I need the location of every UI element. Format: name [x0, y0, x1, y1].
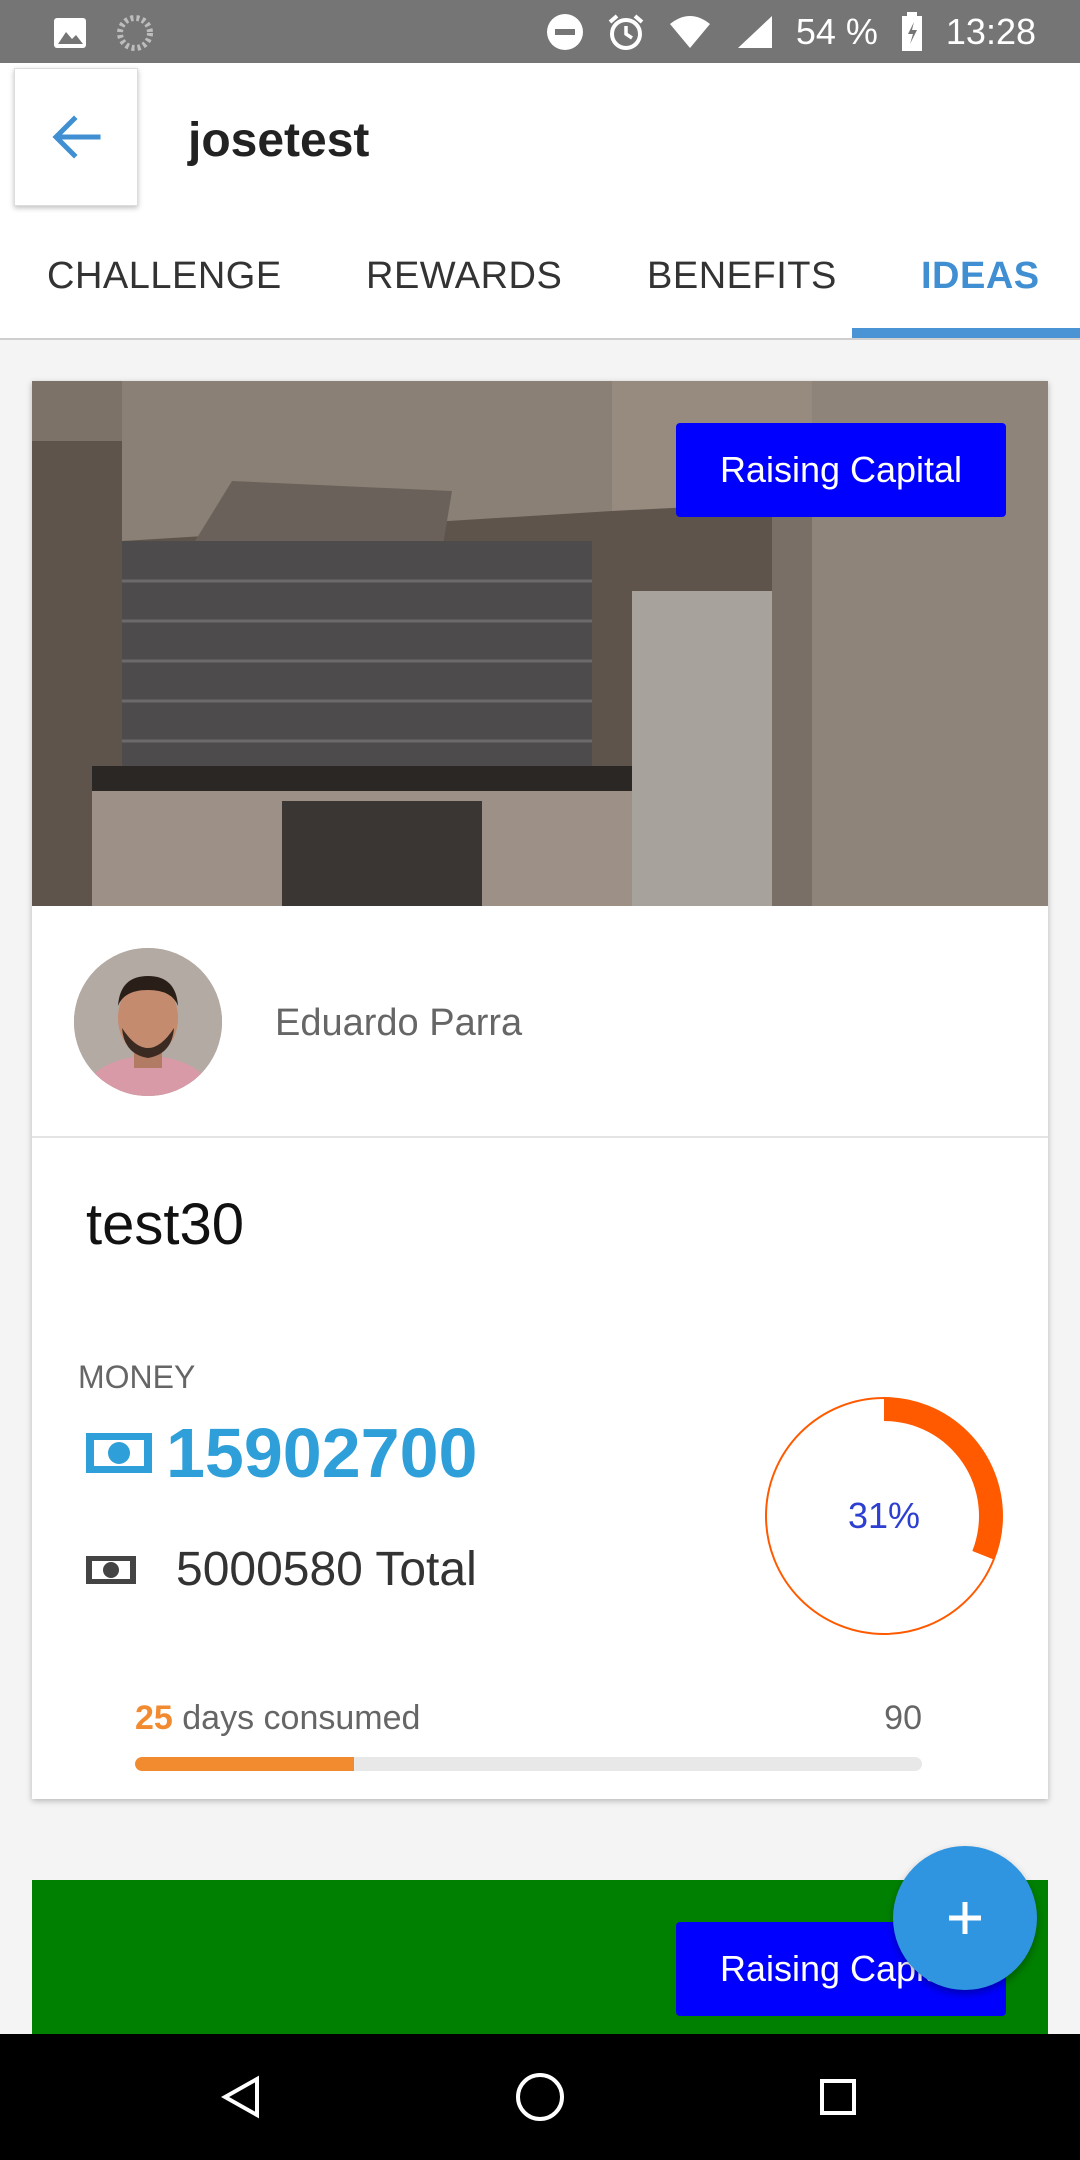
days-consumed-label: days consumed — [172, 1699, 421, 1737]
signal-icon — [737, 15, 772, 48]
back-button[interactable] — [14, 68, 138, 206]
money-label: MONEY — [78, 1359, 196, 1395]
avatar[interactable] — [74, 948, 222, 1096]
tab-indicator — [852, 328, 1080, 338]
recents-square-icon — [820, 2079, 856, 2115]
nav-back-button[interactable] — [208, 2064, 274, 2130]
clock: 13:28 — [945, 10, 1036, 52]
app-bar: josetest — [0, 63, 1080, 213]
battery-percent: 54 % — [795, 10, 878, 52]
status-bar: 54 % 13:28 — [0, 0, 1080, 63]
arrow-back-icon — [52, 115, 101, 159]
page-title: josetest — [188, 114, 370, 167]
nav-recents-button[interactable] — [805, 2064, 871, 2130]
owner-row[interactable]: Eduardo Parra — [32, 906, 1048, 1138]
idea-image: Raising Capital — [32, 381, 1048, 906]
image-icon — [54, 18, 86, 48]
idea-card[interactable]: Raising Capital Eduardo Parra test30 MON… — [32, 381, 1048, 1799]
nav-home-button[interactable] — [507, 2064, 573, 2130]
days-row: 25 days consumed 90 — [135, 1699, 922, 1738]
battery-icon — [901, 11, 922, 51]
owner-name: Eduardo Parra — [275, 1002, 523, 1044]
status-badge: Raising Capital — [676, 423, 1006, 517]
back-triangle-icon — [221, 2075, 259, 2119]
idea-title: test30 — [86, 1192, 244, 1257]
do-not-disturb-icon — [546, 13, 583, 50]
tab-benefits[interactable]: BENEFITS — [647, 255, 837, 298]
plus-icon — [949, 1902, 981, 1934]
loading-icon — [117, 15, 153, 51]
total-row: 5000580 Total — [84, 1542, 477, 1597]
days-progress-fill — [135, 1757, 354, 1771]
tab-rewards[interactable]: REWARDS — [366, 255, 562, 298]
navigation-bar — [0, 2034, 1080, 2160]
alarm-icon — [608, 13, 644, 50]
money-row: 15902700 — [84, 1413, 477, 1493]
days-total: 90 — [884, 1699, 922, 1737]
money-value: 15902700 — [166, 1414, 478, 1492]
donut-percent-label: 31% — [847, 1495, 921, 1536]
total-value: 5000580 Total — [176, 1543, 477, 1596]
add-idea-button[interactable] — [893, 1846, 1037, 1990]
tab-bar: CHALLENGE REWARDS BENEFITS IDEAS — [0, 213, 1080, 340]
tab-ideas[interactable]: IDEAS — [921, 255, 1040, 298]
days-consumed-count: 25 — [135, 1699, 173, 1737]
home-circle-icon — [516, 2073, 564, 2121]
money-icon — [86, 1433, 152, 1473]
days-progress-bar — [135, 1757, 922, 1771]
money-icon — [86, 1555, 136, 1584]
wifi-icon — [669, 15, 710, 48]
tab-challenge[interactable]: CHALLENGE — [47, 255, 282, 298]
